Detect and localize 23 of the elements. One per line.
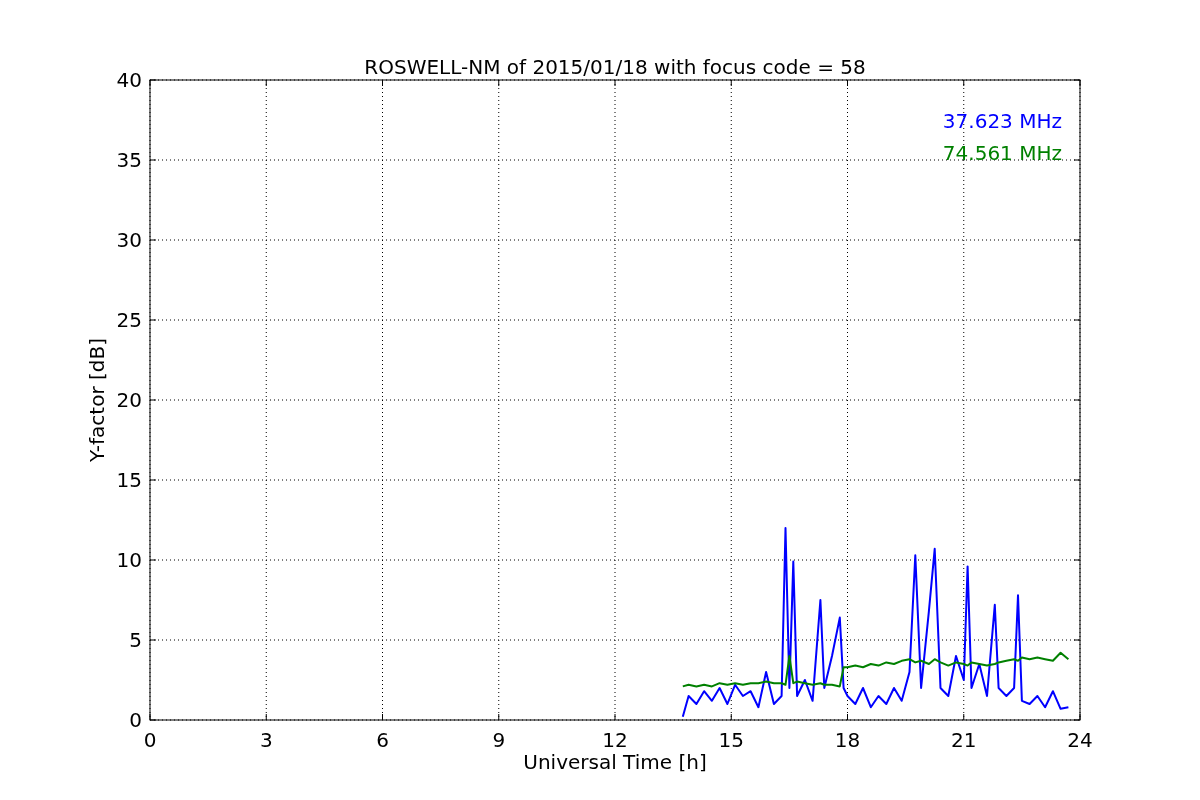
y-tick-label: 10 [116, 548, 142, 572]
y-tick-label: 5 [129, 628, 142, 652]
x-axis-label: Universal Time [h] [523, 750, 707, 774]
y-tick-label: 35 [116, 148, 142, 172]
x-tick-label: 3 [259, 728, 273, 752]
x-tick-label: 6 [376, 728, 389, 752]
chart-title: ROSWELL-NM of 2015/01/18 with focus code = 58 [364, 55, 866, 79]
y-tick-label: 30 [116, 228, 142, 252]
x-tick-label: 15 [718, 728, 744, 752]
y-tick-label: 25 [116, 308, 142, 332]
y-tick-label: 20 [116, 388, 142, 412]
legend-label: 74.561 MHz [942, 141, 1062, 165]
x-tick-label: 18 [834, 728, 861, 752]
y-tick-label: 0 [129, 708, 142, 732]
y-tick-label: 40 [116, 68, 142, 92]
y-tick-label: 15 [116, 468, 142, 492]
y-axis-label: Y-factor [dB] [85, 338, 109, 462]
x-tick-label: 21 [951, 728, 977, 752]
x-tick-label: 0 [143, 728, 157, 752]
x-tick-label: 12 [602, 728, 628, 752]
x-tick-label: 24 [1067, 728, 1093, 752]
legend-label: 37.623 MHz [942, 109, 1062, 133]
x-tick-label: 9 [492, 728, 506, 752]
